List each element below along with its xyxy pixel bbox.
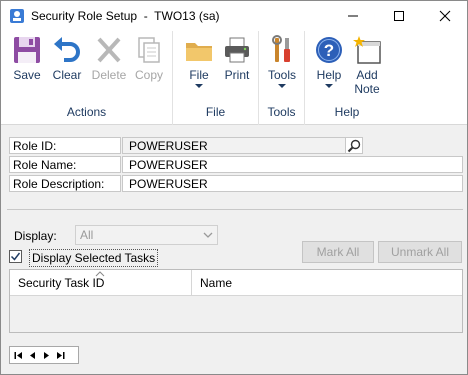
unmark-all-button[interactable]: Unmark All xyxy=(378,241,462,263)
display-selected-tasks-checkbox[interactable] xyxy=(9,250,22,263)
role-id-field[interactable]: POWERUSER xyxy=(122,137,346,154)
ribbon-toolbar: Save Clear Delete Copy Actions File Prin… xyxy=(1,31,467,125)
column-header-name-label: Name xyxy=(200,276,233,290)
sort-ascending-icon xyxy=(95,271,105,277)
help-question-icon: ? xyxy=(316,37,342,63)
section-divider xyxy=(7,209,463,210)
save-icon xyxy=(14,37,40,63)
previous-record-icon xyxy=(30,351,35,359)
window-title: Security Role Setup - TWO13 (sa) xyxy=(31,9,220,23)
column-header-security-task-id[interactable]: Security Task ID xyxy=(10,270,192,296)
print-button[interactable]: Print xyxy=(217,35,257,101)
minimize-icon xyxy=(348,15,358,17)
tools-label: Tools xyxy=(267,68,296,82)
add-note-label-line1: Add xyxy=(356,68,378,82)
ribbon-group-tools: Tools Tools xyxy=(259,31,305,125)
display-dropdown[interactable]: All xyxy=(75,225,218,245)
add-note-button[interactable]: Add Note xyxy=(347,35,387,101)
next-record-button[interactable] xyxy=(42,351,51,360)
help-dropdown-arrow-icon xyxy=(325,84,333,88)
last-record-button[interactable] xyxy=(56,351,65,360)
printer-icon xyxy=(225,37,249,63)
folder-icon xyxy=(186,43,212,61)
help-label: Help xyxy=(316,68,342,82)
print-label: Print xyxy=(224,68,250,82)
previous-record-button[interactable] xyxy=(28,351,37,360)
role-description-label: Role Description: xyxy=(9,175,121,192)
magnifier-icon xyxy=(347,139,361,152)
add-note-icon xyxy=(353,36,381,64)
help-button[interactable]: ? Help xyxy=(309,35,349,101)
delete-label: Delete xyxy=(91,68,127,82)
delete-x-icon xyxy=(97,37,121,63)
tools-button[interactable]: Tools xyxy=(262,35,302,101)
undo-icon xyxy=(54,37,80,62)
ribbon-group-label-tools: Tools xyxy=(267,105,296,119)
display-label: Display: xyxy=(14,229,57,243)
role-description-field[interactable]: POWERUSER xyxy=(122,175,463,192)
column-header-name[interactable]: Name xyxy=(192,270,462,296)
grid-header: Security Task ID Name xyxy=(10,270,462,296)
save-button[interactable]: Save xyxy=(7,35,47,101)
last-record-icon xyxy=(57,351,65,359)
clear-button[interactable]: Clear xyxy=(47,35,87,101)
close-button[interactable] xyxy=(423,1,467,31)
delete-button[interactable]: Delete xyxy=(89,35,129,101)
record-navigation-bar xyxy=(9,346,79,364)
copy-icon xyxy=(138,37,160,63)
role-description-row: Role Description: POWERUSER xyxy=(9,175,463,192)
role-id-row: Role ID: POWERUSER xyxy=(9,137,463,154)
file-button[interactable]: File xyxy=(179,35,219,101)
chevron-down-icon xyxy=(203,232,213,238)
next-record-icon xyxy=(44,351,49,359)
display-dropdown-value: All xyxy=(80,228,94,242)
mark-all-button[interactable]: Mark All xyxy=(302,241,374,263)
minimize-button[interactable] xyxy=(331,1,375,31)
tools-icon xyxy=(272,35,290,62)
role-id-label: Role ID: xyxy=(9,137,121,154)
role-name-label: Role Name: xyxy=(9,156,121,173)
role-name-field[interactable]: POWERUSER xyxy=(122,156,463,173)
display-selected-tasks-label[interactable]: Display Selected Tasks xyxy=(29,249,159,267)
maximize-button[interactable] xyxy=(377,1,421,31)
role-name-row: Role Name: POWERUSER xyxy=(9,156,463,173)
maximize-icon xyxy=(394,11,404,21)
save-label: Save xyxy=(13,68,41,82)
ribbon-group-actions: Save Clear Delete Copy Actions xyxy=(1,31,173,125)
security-tasks-grid[interactable]: Security Task ID Name xyxy=(9,269,463,333)
column-header-security-task-id-label: Security Task ID xyxy=(18,276,105,290)
file-label: File xyxy=(189,68,209,82)
ribbon-group-label-actions: Actions xyxy=(66,105,107,119)
role-id-lookup-button[interactable] xyxy=(345,137,363,154)
first-record-icon xyxy=(14,351,22,359)
ribbon-group-label-help: Help xyxy=(334,105,360,119)
add-note-label-line2: Note xyxy=(354,82,380,96)
security-role-setup-window: Security Role Setup - TWO13 (sa) Save Cl… xyxy=(0,0,468,375)
close-icon xyxy=(439,10,451,22)
title-bar: Security Role Setup - TWO13 (sa) xyxy=(1,1,467,31)
first-record-button[interactable] xyxy=(14,351,23,360)
svg-text:?: ? xyxy=(324,41,334,60)
ribbon-group-help: ? Help Add Note Help xyxy=(305,31,389,125)
tools-dropdown-arrow-icon xyxy=(278,84,286,88)
clear-label: Clear xyxy=(52,68,82,82)
copy-button[interactable]: Copy xyxy=(129,35,169,101)
ribbon-group-label-file: File xyxy=(205,105,226,119)
file-dropdown-arrow-icon xyxy=(195,84,203,88)
app-icon xyxy=(9,8,25,24)
checkmark-icon xyxy=(10,252,21,261)
copy-label: Copy xyxy=(134,68,163,82)
ribbon-group-file: File Print File xyxy=(173,31,259,125)
